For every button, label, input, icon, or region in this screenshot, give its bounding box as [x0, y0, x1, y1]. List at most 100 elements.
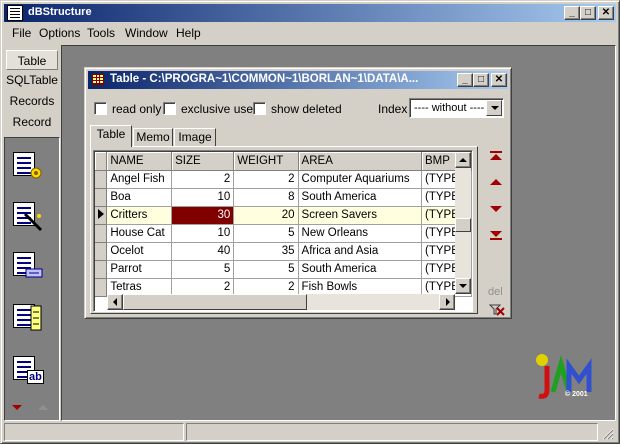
status-pane-1 — [4, 423, 184, 441]
hscroll-thumb[interactable] — [123, 294, 307, 310]
column-header-area[interactable]: AREA — [298, 152, 423, 171]
row-indicator[interactable] — [95, 170, 108, 189]
child-maximize-button[interactable]: □ — [473, 73, 489, 87]
table-row[interactable]: Parrot 5 5 South America (TYPED — [95, 260, 472, 279]
cell-weight[interactable]: 5 — [233, 224, 299, 243]
title-bar[interactable]: dBStructure _ □ ✕ — [4, 4, 616, 22]
column-header-size[interactable]: SIZE — [171, 152, 235, 171]
nav-last-record-icon[interactable] — [489, 228, 503, 240]
row-indicator[interactable] — [95, 242, 108, 261]
index-select-value: ---- without ---- — [414, 102, 485, 114]
close-button[interactable]: ✕ — [598, 6, 614, 20]
cell-weight[interactable]: 8 — [233, 188, 299, 207]
scroll-right-button[interactable] — [439, 294, 455, 310]
resize-grip-icon[interactable] — [600, 426, 614, 440]
menu-options[interactable]: Options — [39, 26, 80, 40]
menu-help[interactable]: Help — [176, 26, 201, 40]
table-grid-icon — [92, 74, 104, 85]
table-properties-icon[interactable] — [13, 152, 47, 182]
row-indicator[interactable] — [95, 278, 108, 297]
tab-image[interactable]: Image — [174, 128, 216, 146]
table-window-title: Table - C:\PROGRA~1\COMMON~1\BORLAN~1\DA… — [110, 73, 419, 85]
row-indicator[interactable] — [95, 188, 108, 207]
column-header-name[interactable]: NAME — [106, 152, 173, 171]
chevron-down-icon[interactable] — [486, 100, 502, 116]
cell-weight[interactable]: 20 — [233, 206, 299, 225]
table-link-icon[interactable] — [13, 252, 47, 282]
row-indicator[interactable] — [95, 206, 108, 225]
cell-area[interactable]: New Orleans — [298, 224, 423, 243]
cell-size[interactable]: 10 — [171, 224, 235, 243]
scroll-down-button[interactable] — [455, 278, 471, 294]
column-header-weight[interactable]: WEIGHT — [233, 152, 299, 171]
tab-table[interactable]: Table — [90, 125, 132, 147]
current-row-pointer-icon — [98, 208, 104, 219]
table-row[interactable]: House Cat 10 5 New Orleans (TYPED — [95, 224, 472, 243]
view-tab-record[interactable]: Record — [6, 112, 58, 132]
maximize-button[interactable]: □ — [580, 6, 596, 20]
child-minimize-button[interactable]: _ — [457, 73, 473, 87]
menu-bar: File Options Tools Window Help — [4, 23, 616, 42]
cell-name[interactable]: Parrot — [106, 260, 173, 279]
menu-window[interactable]: Window — [125, 26, 168, 40]
table-text-icon[interactable]: ab — [13, 356, 47, 386]
cell-area[interactable]: Computer Aquariums — [298, 170, 423, 189]
table-row[interactable]: Boa 10 8 South America (TYPED — [95, 188, 472, 207]
child-close-button[interactable]: ✕ — [491, 73, 507, 87]
scroll-left-button[interactable] — [107, 294, 123, 310]
minimize-button[interactable]: _ — [564, 6, 580, 20]
data-grid[interactable]: NAME SIZE WEIGHT AREA BMP Angel Fish 2 2… — [93, 150, 473, 312]
show-deleted-checkbox-box[interactable] — [253, 102, 266, 115]
table-search-icon[interactable] — [13, 202, 47, 232]
cell-weight[interactable]: 5 — [233, 260, 299, 279]
scroll-up-arrow-icon[interactable] — [38, 405, 48, 410]
scroll-up-button[interactable] — [455, 152, 471, 168]
cell-size[interactable]: 2 — [171, 170, 235, 189]
cell-area[interactable]: Screen Savers — [298, 206, 423, 225]
cell-area[interactable]: South America — [298, 188, 423, 207]
table-row[interactable]: Ocelot 40 35 Africa and Asia (TYPED — [95, 242, 472, 261]
menu-tools[interactable]: Tools — [87, 26, 115, 40]
table-row-current[interactable]: Critters 30 20 Screen Savers (TYPED — [95, 206, 472, 225]
cell-size[interactable]: 40 — [171, 242, 235, 261]
exclusive-use-checkbox-box[interactable] — [163, 102, 176, 115]
cell-weight[interactable]: 35 — [233, 242, 299, 261]
cell-name[interactable]: Critters — [106, 206, 173, 225]
index-label: Index — [378, 102, 408, 116]
row-indicator[interactable] — [95, 224, 108, 243]
nav-prior-record-icon[interactable] — [489, 176, 503, 188]
cell-name[interactable]: Angel Fish — [106, 170, 173, 189]
scroll-thumb[interactable] — [455, 218, 471, 232]
table-window-title-bar[interactable]: Table - C:\PROGRA~1\COMMON~1\BORLAN~1\DA… — [88, 71, 508, 89]
delete-record-button[interactable]: del — [488, 286, 503, 298]
cell-area[interactable]: Africa and Asia — [298, 242, 423, 261]
read-only-checkbox-box[interactable] — [94, 102, 107, 115]
filter-cancel-icon[interactable] — [489, 304, 505, 316]
cell-size[interactable]: 10 — [171, 188, 235, 207]
nav-next-record-icon[interactable] — [489, 203, 503, 215]
view-tab-sqltable[interactable]: SQLTable — [6, 70, 58, 90]
scroll-down-arrow-icon[interactable] — [12, 405, 22, 410]
cell-size-selected[interactable]: 30 — [171, 206, 235, 225]
cell-size[interactable]: 5 — [171, 260, 235, 279]
cell-weight[interactable]: 2 — [233, 170, 299, 189]
cell-name[interactable]: Ocelot — [106, 242, 173, 261]
horizontal-scrollbar[interactable] — [107, 294, 455, 310]
cell-name[interactable]: Boa — [106, 188, 173, 207]
table-row[interactable]: Angel Fish 2 2 Computer Aquariums (TYPED — [95, 170, 472, 189]
table-structure-icon[interactable] — [13, 304, 47, 334]
app-icon — [7, 5, 23, 21]
view-tab-table[interactable]: Table — [6, 50, 58, 70]
view-tab-records[interactable]: Records — [6, 91, 58, 111]
show-deleted-label: show deleted — [271, 102, 342, 116]
menu-file[interactable]: File — [12, 26, 31, 40]
tab-memo[interactable]: Memo — [133, 128, 173, 146]
app-title: dBStructure — [28, 6, 92, 18]
index-select[interactable]: ---- without ---- — [409, 98, 504, 118]
row-indicator[interactable] — [95, 260, 108, 279]
vertical-scrollbar[interactable] — [455, 152, 471, 294]
cell-name[interactable]: House Cat — [106, 224, 173, 243]
cell-area[interactable]: South America — [298, 260, 423, 279]
nav-first-record-icon[interactable] — [489, 151, 503, 163]
header-indicator — [95, 152, 108, 171]
